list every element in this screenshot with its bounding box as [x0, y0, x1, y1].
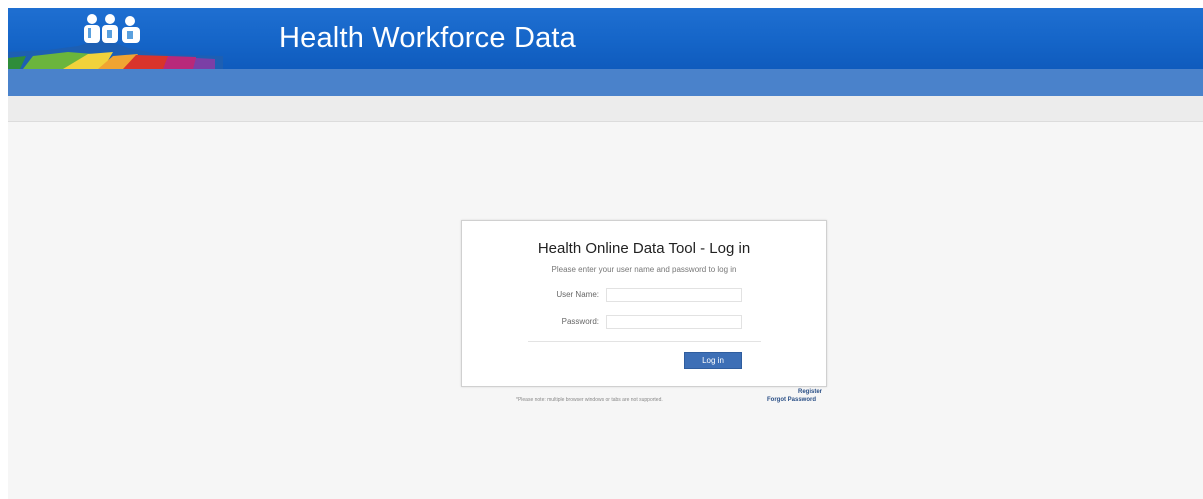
browser-note: *Please note: multiple browser windows o…	[516, 397, 663, 403]
navigation-strip	[8, 96, 1203, 122]
username-label: User Name:	[556, 290, 599, 299]
app-header: Health Workforce Data	[8, 8, 1203, 69]
login-button[interactable]: Log in	[684, 352, 742, 369]
username-input[interactable]	[606, 288, 742, 302]
register-link[interactable]: Register	[798, 389, 822, 395]
password-label: Password:	[561, 317, 599, 326]
health-workers-logo-icon	[8, 14, 223, 69]
forgot-password-link[interactable]: Forgot Password	[767, 397, 816, 403]
login-panel: Health Online Data Tool - Log in Please …	[461, 220, 827, 387]
login-instructions: Please enter your user name and password…	[551, 265, 737, 274]
login-title: Health Online Data Tool - Log in	[537, 240, 751, 257]
password-input[interactable]	[606, 315, 742, 329]
app-title: Health Workforce Data	[279, 22, 577, 54]
page-frame: Health Workforce Data Health Online Data…	[8, 8, 1203, 499]
header-subbar	[8, 69, 1203, 96]
form-divider	[528, 341, 761, 342]
